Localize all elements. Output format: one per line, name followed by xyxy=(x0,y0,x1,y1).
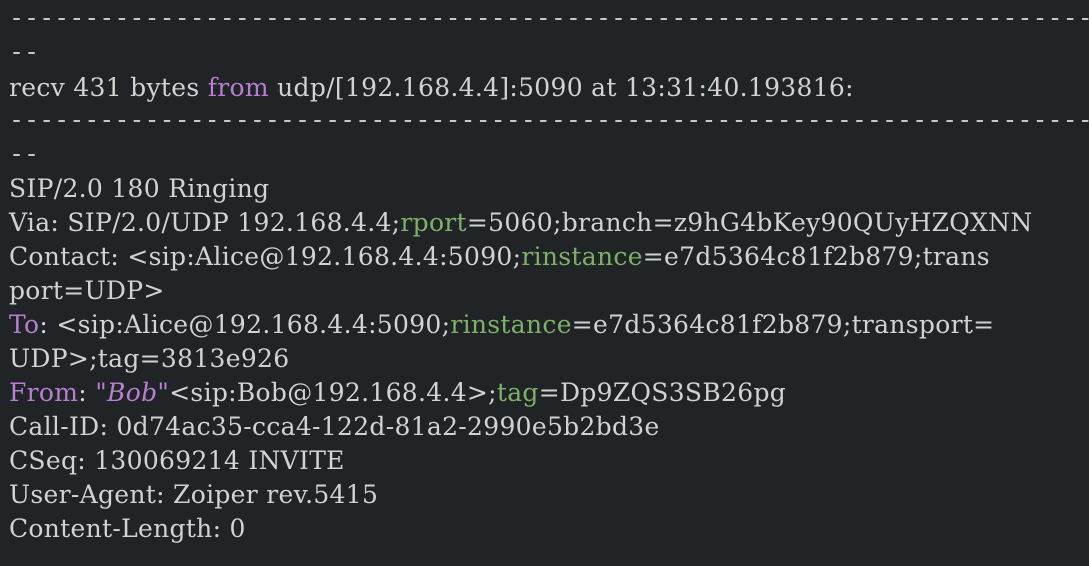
from-tag-param: tag xyxy=(496,378,539,407)
from-display-name: "Bob" xyxy=(95,378,170,407)
via-header: Via: SIP/2.0/UDP 192.168.4.4;rport=5060;… xyxy=(9,206,1033,240)
from-tag-value: =Dp9ZQS3SB26pg xyxy=(538,378,787,407)
from-colon: : xyxy=(78,378,96,407)
via-suffix: =5060;branch=z9hG4bKey90QUyHZQXNN xyxy=(466,208,1033,237)
to-header-wrap: UDP>;tag=3813e926 xyxy=(9,344,290,373)
separator-line-wrap: -- xyxy=(9,139,40,168)
contact-header-wrap: port=UDP> xyxy=(9,276,165,305)
to-header: To: <sip:Alice@192.168.4.4:5090;rinstanc… xyxy=(9,308,994,342)
from-keyword: From xyxy=(9,378,79,407)
to-keyword: To xyxy=(9,310,40,339)
contact-prefix: Contact: <sip:Alice@192.168.4.4:5090; xyxy=(9,242,522,271)
to-rinstance-param: rinstance xyxy=(450,310,572,339)
user-agent-header: User-Agent: Zoiper rev.5415 xyxy=(9,480,379,509)
recv-suffix: udp/[192.168.4.4]:5090 at 13:31:40.19381… xyxy=(268,73,854,102)
separator-line: ----------------------------------------… xyxy=(9,105,1089,134)
separator-line: ----------------------------------------… xyxy=(9,3,1089,32)
terminal-output: ----------------------------------------… xyxy=(0,0,1089,566)
content-length-header: Content-Length: 0 xyxy=(9,514,246,543)
cseq-header: CSeq: 130069214 INVITE xyxy=(9,446,345,475)
contact-header: Contact: <sip:Alice@192.168.4.4:5090;rin… xyxy=(9,240,990,274)
from-header: From: "Bob"<sip:Bob@192.168.4.4>;tag=Dp9… xyxy=(9,376,786,410)
recv-from-keyword: from xyxy=(207,73,269,102)
recv-header-line: recv 431 bytes from udp/[192.168.4.4]:50… xyxy=(9,71,854,105)
to-prefix: : <sip:Alice@192.168.4.4:5090; xyxy=(39,310,451,339)
from-uri: <sip:Bob@192.168.4.4>; xyxy=(169,378,497,407)
call-id-header: Call-ID: 0d74ac35-cca4-122d-81a2-2990e5b… xyxy=(9,412,660,441)
recv-prefix: recv 431 bytes xyxy=(9,73,208,102)
contact-rinstance-param: rinstance xyxy=(521,242,643,271)
contact-suffix: =e7d5364c81f2b879;trans xyxy=(642,242,990,271)
via-prefix: Via: SIP/2.0/UDP 192.168.4.4; xyxy=(9,208,401,237)
via-rport-param: rport xyxy=(400,208,467,237)
separator-line-wrap: -- xyxy=(9,37,40,66)
to-suffix: =e7d5364c81f2b879;transport= xyxy=(571,310,995,339)
sip-status-line: SIP/2.0 180 Ringing xyxy=(9,174,270,203)
